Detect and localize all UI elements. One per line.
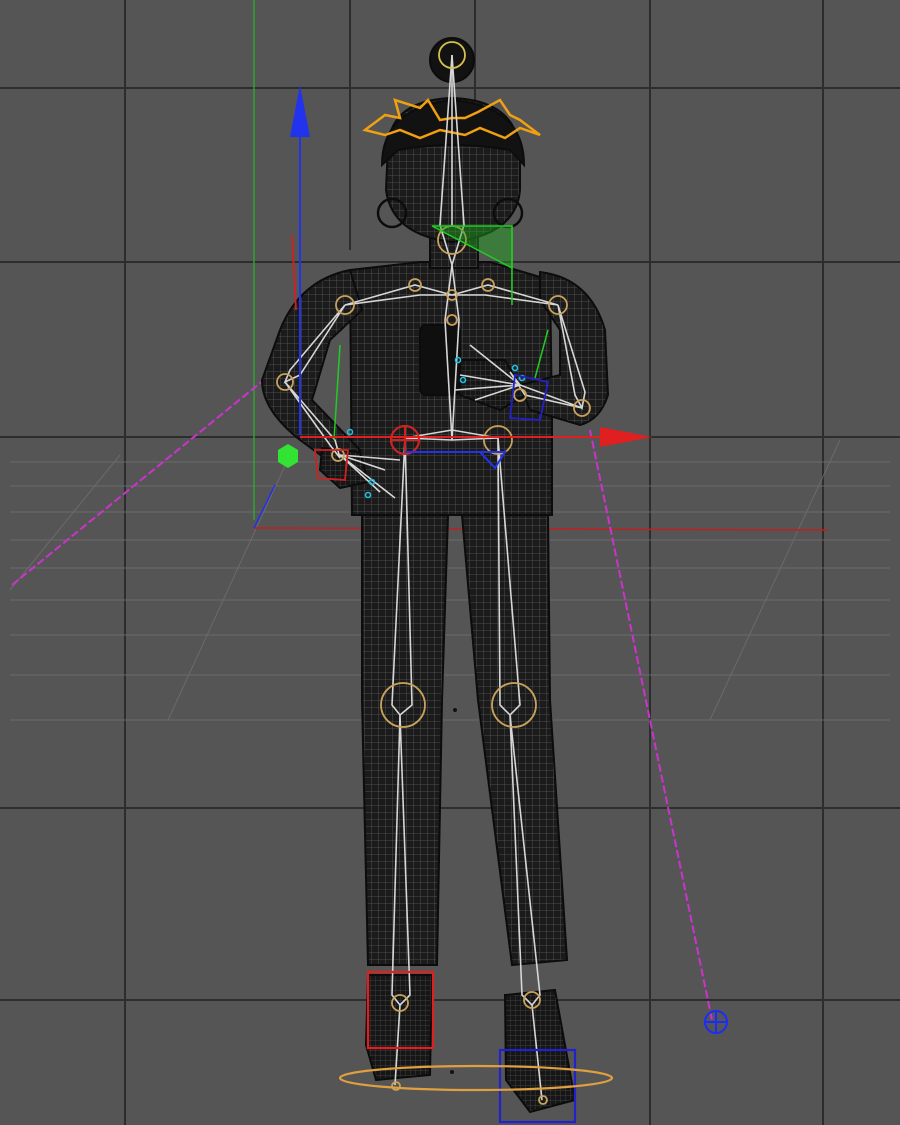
left-leg-mesh	[361, 514, 450, 966]
x-axis-arrow-icon[interactable]	[600, 427, 652, 447]
viewport-canvas[interactable]	[0, 0, 900, 1125]
pivot-handle-icon[interactable]	[278, 444, 298, 468]
left-arm-mesh	[260, 268, 364, 472]
3d-viewport[interactable]	[0, 0, 900, 1125]
character-mesh[interactable]	[260, 37, 610, 1114]
pole-target-icon[interactable]	[704, 1010, 728, 1034]
right-leg-mesh	[460, 514, 569, 967]
phone-mesh	[419, 324, 461, 396]
z-axis-arrow-icon[interactable]	[290, 85, 310, 137]
